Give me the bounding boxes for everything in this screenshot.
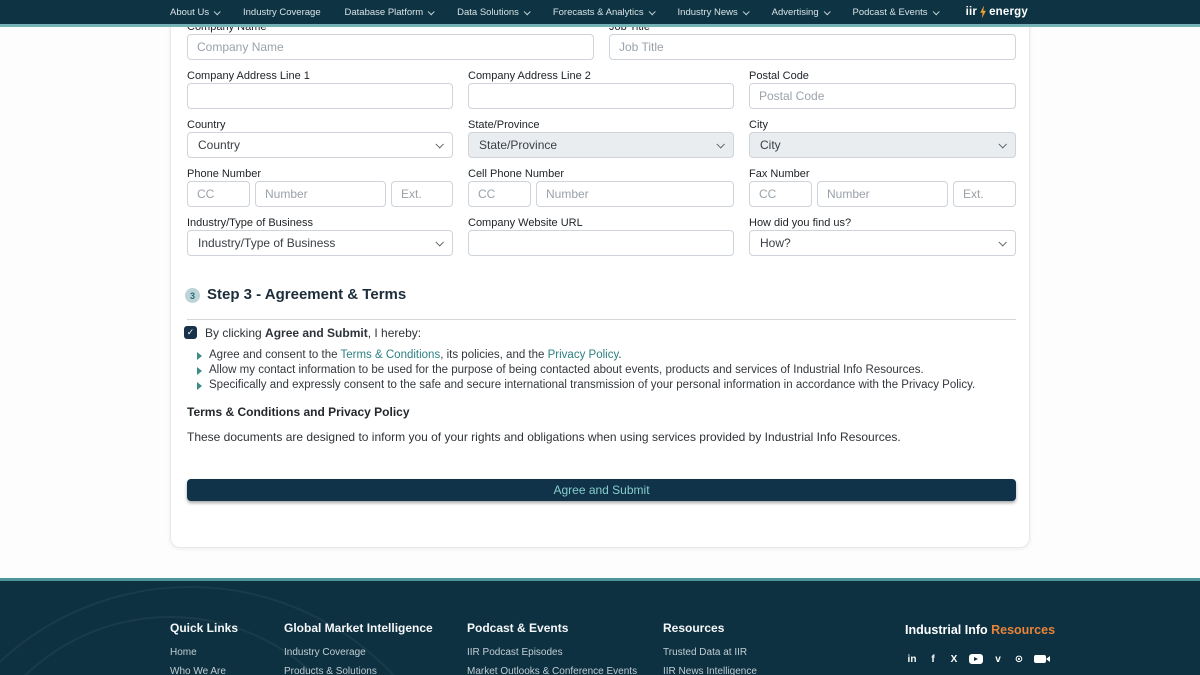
nav-item-about-us[interactable]: About Us [170,7,219,18]
nav-item-industry-coverage[interactable]: Industry Coverage [243,7,321,18]
bullet-triangle-icon [197,352,202,360]
website-label: Company Website URL [468,217,583,229]
chevron-down-icon [998,238,1006,246]
nav-item-industry-news[interactable]: Industry News [678,7,748,18]
footer-link-iir-news-intelligence[interactable]: IIR News Intelligence [663,666,757,675]
how-found-label: How did you find us? [749,217,851,229]
agree-checkbox-label: By clicking Agree and Submit, I hereby: [205,326,421,340]
page: Company Name Job Title Company Address L… [0,0,1200,675]
footer-link-products-solutions[interactable]: Products & Solutions [284,666,433,675]
divider [187,319,1016,320]
chevron-down-icon [435,238,443,246]
logo-text-iir: iir [966,6,977,18]
chevron-down-icon [428,8,435,15]
chevron-down-icon [823,8,830,15]
how-found-select[interactable]: How? [749,230,1016,256]
bullet-triangle-icon [197,382,202,390]
footer-link-market-outlooks-conference-events[interactable]: Market Outlooks & Conference Events [467,666,637,675]
facebook-icon[interactable]: f [927,653,939,665]
brand-logo[interactable]: iir energy [966,6,1028,19]
nav-item-advertising[interactable]: Advertising [772,7,829,18]
x-icon[interactable]: X [948,653,960,665]
nav-item-database-platform[interactable]: Database Platform [345,7,434,18]
phone-number-input[interactable] [255,181,386,207]
podcast-icon[interactable]: ⊙ [1013,653,1025,665]
footer-link-who-we-are[interactable]: Who We Are [170,666,238,675]
footer-col-podcast-events: Podcast & Events IIR Podcast EpisodesMar… [467,621,637,675]
industry-label: Industry/Type of Business [187,217,313,229]
address-line1-label: Company Address Line 1 [187,70,310,82]
chevron-down-icon [998,140,1006,148]
nav-item-data-solutions[interactable]: Data Solutions [457,7,529,18]
chevron-down-icon [648,8,655,15]
footer-link-industry-coverage[interactable]: Industry Coverage [284,647,433,658]
step-3-badge: 3 [185,288,200,303]
vimeo-icon[interactable]: v [992,653,1004,665]
address-line2-label: Company Address Line 2 [468,70,591,82]
company-name-input[interactable] [187,34,594,60]
fax-cc-input[interactable] [749,181,812,207]
city-select[interactable]: City [749,132,1016,158]
state-select[interactable]: State/Province [468,132,734,158]
social-icons: infXv ⊙ [906,653,1046,665]
terms-body: These documents are designed to inform y… [187,430,901,444]
chevron-down-icon [932,8,939,15]
logo-text-energy: energy [989,6,1028,18]
footer: Quick Links HomeWho We Are Global Market… [0,578,1200,675]
lightning-bolt-icon [979,6,987,19]
website-input[interactable] [468,230,734,256]
chevron-down-icon [524,8,531,15]
fax-number-input[interactable] [817,181,948,207]
address-line1-input[interactable] [187,83,453,109]
chevron-down-icon [214,8,221,15]
chevron-down-icon [716,140,724,148]
phone-ext-input[interactable] [391,181,453,207]
form-card: Company Name Job Title Company Address L… [170,8,1030,548]
footer-col-global-market-intelligence: Global Market Intelligence Industry Cove… [284,621,433,675]
top-nav: About Us Industry Coverage Database Platfo… [0,0,1200,27]
fax-ext-input[interactable] [953,181,1016,207]
agree-checkbox[interactable]: ✓ [184,326,197,339]
consent-bullet-1: Agree and consent to the Terms & Conditi… [209,349,622,361]
country-select[interactable]: Country [187,132,453,158]
cell-cc-input[interactable] [468,181,531,207]
nav-item-podcast-events[interactable]: Podcast & Events [853,7,938,18]
nav-item-forecasts-analytics[interactable]: Forecasts & Analytics [553,7,654,18]
privacy-policy-link[interactable]: Privacy Policy [548,349,619,361]
footer-col-quick-links: Quick Links HomeWho We Are [170,621,238,675]
consent-bullet-2: Allow my contact information to be used … [209,364,924,376]
industry-select[interactable]: Industry/Type of Business [187,230,453,256]
fax-label: Fax Number [749,168,810,180]
footer-link-iir-podcast-episodes[interactable]: IIR Podcast Episodes [467,647,637,658]
footer-link-trusted-data-at-iir[interactable]: Trusted Data at IIR [663,647,757,658]
postal-code-label: Postal Code [749,70,809,82]
linkedin-icon[interactable]: in [906,653,918,665]
nav-items: About Us Industry Coverage Database Platfo… [170,7,938,18]
phone-label: Phone Number [187,168,261,180]
step-3-title: Step 3 - Agreement & Terms [207,286,406,303]
chevron-down-icon [742,8,749,15]
phone-cc-input[interactable] [187,181,250,207]
state-label: State/Province [468,119,540,131]
city-label: City [749,119,768,131]
consent-bullet-3: Specifically and expressly consent to th… [209,379,975,391]
footer-col-resources: Resources Trusted Data at IIRIIR News In… [663,621,757,675]
chevron-down-icon [435,140,443,148]
cell-number-input[interactable] [536,181,734,207]
agree-submit-button[interactable]: Agree and Submit [187,479,1016,501]
terms-conditions-link[interactable]: Terms & Conditions [341,349,441,361]
terms-heading: Terms & Conditions and Privacy Policy [187,405,410,419]
cell-phone-label: Cell Phone Number [468,168,564,180]
bullet-triangle-icon [197,367,202,375]
footer-brand: Industrial Info Resources [905,623,1055,637]
youtube-icon[interactable] [969,654,983,664]
postal-code-input[interactable] [749,83,1016,109]
video-camera-icon[interactable] [1034,655,1046,663]
footer-link-home[interactable]: Home [170,647,238,658]
address-line2-input[interactable] [468,83,734,109]
job-title-input[interactable] [609,34,1016,60]
country-label: Country [187,119,226,131]
